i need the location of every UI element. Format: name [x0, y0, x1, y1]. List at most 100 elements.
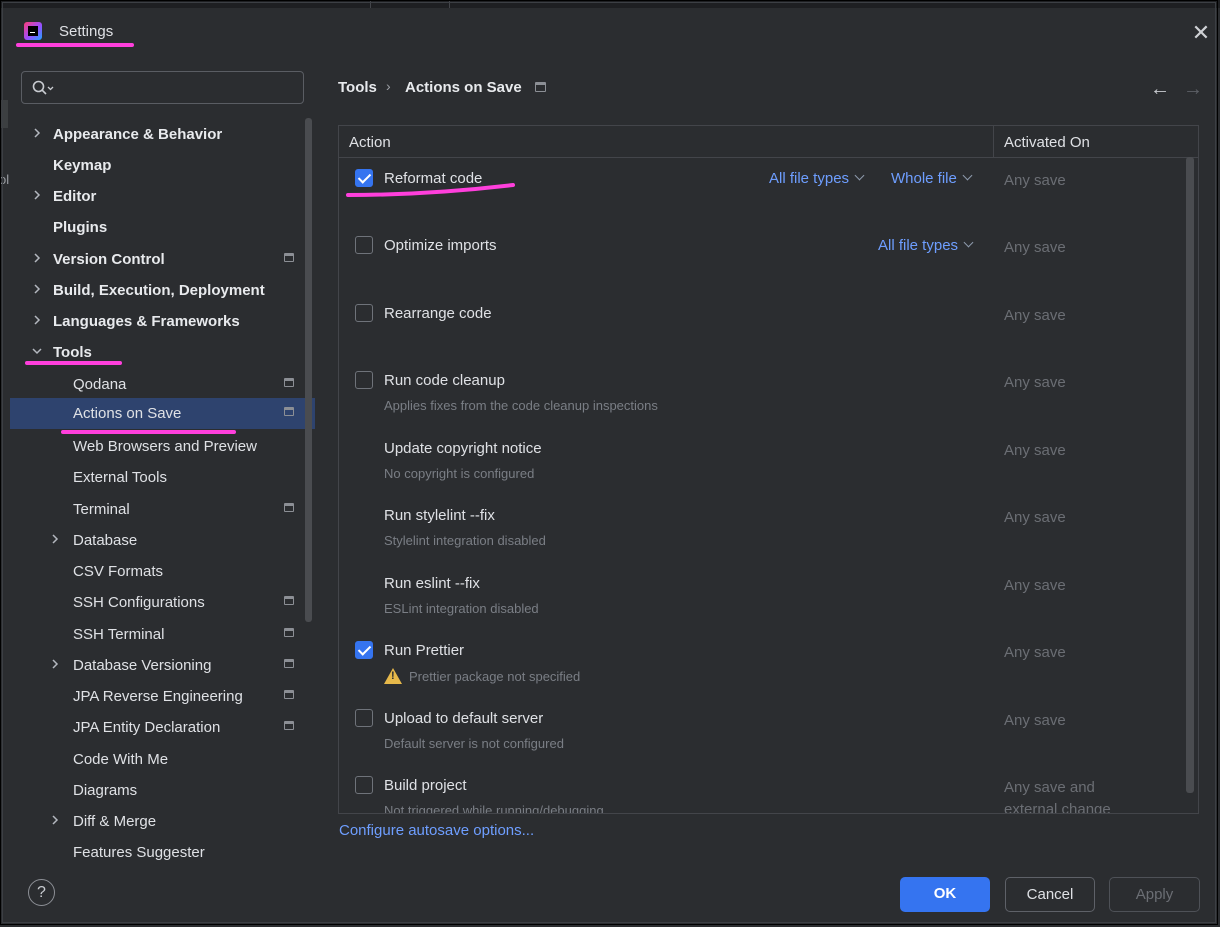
table-row: Run stylelint --fix Stylelint integratio…	[339, 495, 1187, 562]
table-row: Optimize imports All file types Any save	[339, 225, 1187, 292]
activated-on-value: Any save and external change	[1004, 777, 1111, 813]
chevron-right-icon[interactable]	[30, 188, 44, 202]
chevron-right-icon[interactable]	[48, 813, 62, 827]
chevron-down-icon[interactable]	[30, 344, 44, 358]
settings-tree: Appearance & Behavior Keymap Editor Plug…	[10, 118, 315, 860]
sidebar-item-languages[interactable]: Languages & Frameworks	[10, 306, 315, 337]
sidebar-scrollbar[interactable]	[305, 118, 312, 622]
activated-on-value: Any save	[1004, 577, 1066, 594]
project-scope-icon	[284, 378, 294, 387]
sidebar-item-database-versioning[interactable]: Database Versioning	[10, 650, 315, 681]
chevron-right-icon[interactable]	[30, 313, 44, 327]
sidebar-item-label: Diff & Merge	[73, 813, 157, 830]
sidebar-item-features-suggester[interactable]: Features Suggester	[10, 837, 315, 860]
configure-autosave-link[interactable]: Configure autosave options...	[339, 822, 534, 839]
chevron-right-icon[interactable]	[30, 251, 44, 265]
breadcrumb-separator: ›	[386, 78, 391, 94]
run-code-cleanup-checkbox[interactable]	[355, 371, 373, 389]
activated-on-value: Any save	[1004, 239, 1066, 256]
sidebar-item-web-browsers[interactable]: Web Browsers and Preview	[10, 431, 315, 462]
sidebar-item-version-control[interactable]: Version Control	[10, 244, 315, 275]
action-title[interactable]: Update copyright notice	[384, 440, 542, 457]
dropdown-label: Whole file	[891, 170, 957, 187]
optimize-imports-checkbox[interactable]	[355, 236, 373, 254]
action-description: Stylelint integration disabled	[384, 533, 546, 548]
cancel-button[interactable]: Cancel	[1005, 877, 1095, 912]
sidebar-item-appearance[interactable]: Appearance & Behavior	[10, 119, 315, 150]
sidebar-item-label: Languages & Frameworks	[53, 313, 240, 330]
sidebar-item-external-tools[interactable]: External Tools	[10, 462, 315, 493]
sidebar-item-csv-formats[interactable]: CSV Formats	[10, 556, 315, 587]
scope-dropdown[interactable]: Whole file	[891, 170, 973, 187]
column-header-action[interactable]: Action	[349, 134, 391, 151]
annotation-underline	[61, 430, 236, 434]
activated-on-value: Any save	[1004, 644, 1066, 661]
action-title[interactable]: Run eslint --fix	[384, 575, 480, 592]
sidebar-item-jpa-entity[interactable]: JPA Entity Declaration	[10, 712, 315, 743]
apply-button[interactable]: Apply	[1109, 877, 1200, 912]
settings-search-input[interactable]	[21, 71, 304, 104]
activated-line: Any save and	[1004, 779, 1095, 796]
chevron-right-icon[interactable]	[30, 282, 44, 296]
back-arrow-icon[interactable]: ←	[1150, 78, 1170, 101]
actions-table: Action Activated On Reformat code All fi…	[338, 125, 1199, 814]
table-scrollbar[interactable]	[1186, 157, 1194, 793]
close-icon[interactable]: ✕	[1188, 20, 1214, 46]
window-title: Settings	[59, 23, 114, 40]
sidebar-item-label: Actions on Save	[73, 405, 182, 422]
project-scope-icon	[284, 407, 294, 416]
sidebar-item-label: SSH Configurations	[73, 594, 205, 611]
sidebar-item-jpa-reverse[interactable]: JPA Reverse Engineering	[10, 681, 315, 712]
sidebar-item-build[interactable]: Build, Execution, Deployment	[10, 275, 315, 306]
build-project-checkbox[interactable]	[355, 776, 373, 794]
sidebar-item-diff-merge[interactable]: Diff & Merge	[10, 806, 315, 837]
sidebar-item-qodana[interactable]: Qodana	[10, 369, 315, 400]
activated-on-value: Any save	[1004, 442, 1066, 459]
sidebar-item-database[interactable]: Database	[10, 525, 315, 556]
chevron-right-icon[interactable]	[30, 126, 44, 140]
sidebar-item-label: Tools	[53, 344, 92, 361]
upload-default-server-checkbox[interactable]	[355, 709, 373, 727]
page-title: Actions on Save	[405, 79, 522, 96]
sidebar-item-label: JPA Entity Declaration	[73, 719, 221, 736]
sidebar-item-label: Database	[73, 532, 138, 549]
project-scope-icon	[284, 659, 294, 668]
chevron-down-icon	[962, 170, 973, 181]
column-header-activated-on[interactable]: Activated On	[1004, 134, 1090, 151]
sidebar-item-label: Appearance & Behavior	[53, 126, 223, 143]
sidebar-item-diagrams[interactable]: Diagrams	[10, 775, 315, 806]
sidebar-item-code-with-me[interactable]: Code With Me	[10, 744, 315, 775]
action-title: Build project	[384, 777, 467, 794]
sidebar-item-label: External Tools	[73, 469, 167, 486]
project-scope-icon	[284, 628, 294, 637]
sidebar-item-plugins[interactable]: Plugins	[10, 212, 315, 243]
activated-on-value: Any save	[1004, 374, 1066, 391]
ok-button[interactable]: OK	[900, 877, 990, 912]
sidebar-item-ssh-configurations[interactable]: SSH Configurations	[10, 587, 315, 618]
table-row: Run Prettier Prettier package not specif…	[339, 630, 1187, 697]
chevron-right-icon[interactable]	[48, 532, 62, 546]
warning-text: Prettier package not specified	[409, 669, 581, 684]
sidebar-item-terminal[interactable]: Terminal	[10, 494, 315, 525]
title-bar: Settings ✕	[8, 8, 1216, 58]
dropdown-label: All file types	[878, 237, 959, 254]
sidebar-item-ssh-terminal[interactable]: SSH Terminal	[10, 619, 315, 650]
table-row: Update copyright notice No copyright is …	[339, 428, 1187, 495]
file-types-dropdown[interactable]: All file types	[769, 170, 865, 187]
help-icon[interactable]: ?	[28, 879, 55, 906]
sidebar-item-keymap[interactable]: Keymap	[10, 150, 315, 181]
action-title[interactable]: Run stylelint --fix	[384, 507, 495, 524]
breadcrumb-parent[interactable]: Tools	[338, 79, 377, 96]
sidebar-item-actions-on-save[interactable]: Actions on Save	[10, 398, 315, 429]
rearrange-code-checkbox[interactable]	[355, 304, 373, 322]
sidebar-item-label: Database Versioning	[73, 657, 212, 674]
file-types-dropdown[interactable]: All file types	[878, 237, 974, 254]
action-title: Rearrange code	[384, 305, 492, 322]
sidebar-item-editor[interactable]: Editor	[10, 181, 315, 212]
action-title: Run Prettier	[384, 642, 465, 659]
column-divider[interactable]	[993, 126, 994, 157]
chevron-right-icon[interactable]	[48, 657, 62, 671]
table-row: Run eslint --fix ESLint integration disa…	[339, 563, 1187, 630]
run-prettier-checkbox[interactable]	[355, 641, 373, 659]
forward-arrow-icon: →	[1183, 78, 1203, 100]
